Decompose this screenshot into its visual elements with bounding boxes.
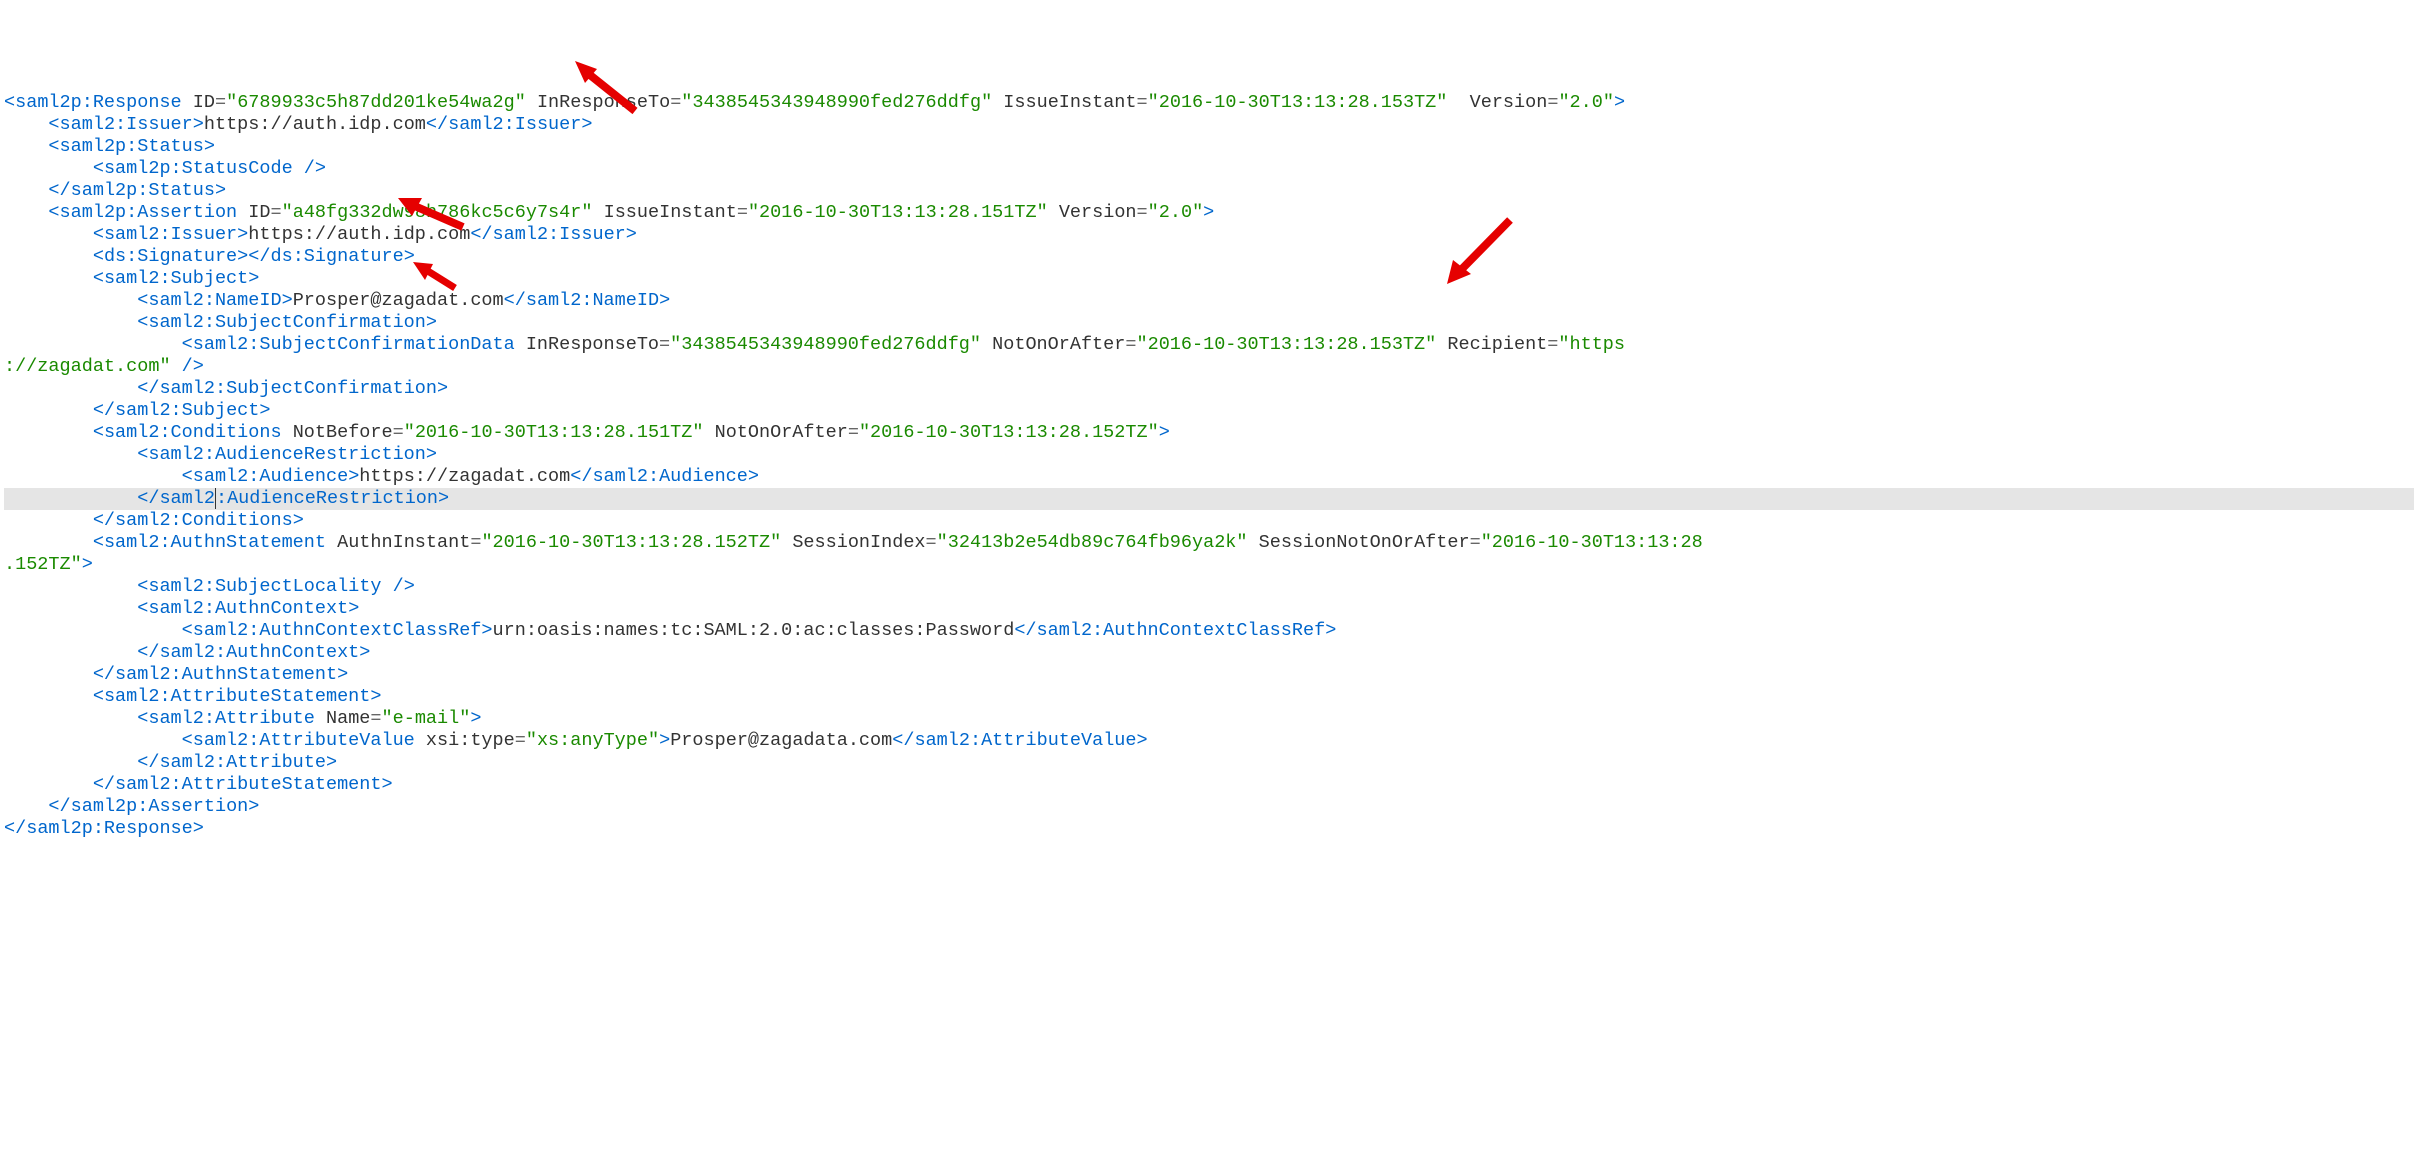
tag-issuer2-open: saml2:Issuer (104, 224, 237, 245)
assertion-issueinstant-value: 2016-10-30T13:13:28.151TZ (759, 202, 1037, 223)
tag-subjectconfirmationdata: saml2:SubjectConfirmationData (193, 334, 515, 355)
attr-sessionindex: SessionIndex (792, 532, 925, 553)
tag-assertion: saml2p:Assertion (60, 202, 238, 223)
attr-notonorafter: NotOnOrAfter (992, 334, 1125, 355)
session-notonorafter-value1: 2016-10-30T13:13:28 (1492, 532, 1703, 553)
attr-notonorafter2: NotOnOrAfter (715, 422, 848, 443)
tag-authncontextclassref-close: saml2:AuthnContextClassRef (1037, 620, 1326, 641)
tag-response-close: saml2p:Response (26, 818, 193, 839)
tag-audiencerestriction-close2: :AudienceRestriction (216, 488, 438, 509)
xml-code-block: <saml2p:Response ID="6789933c5h87dd201ke… (4, 92, 2414, 840)
attr-id: ID (193, 92, 215, 113)
attr-authninstant: AuthnInstant (337, 532, 470, 553)
attr-recipient: Recipient (1447, 334, 1547, 355)
tag-issuer-close: saml2:Issuer (448, 114, 581, 135)
tag-subjectconfirmation-open: saml2:SubjectConfirmation (148, 312, 426, 333)
issuer2-value: https://auth.idp.com (248, 224, 470, 245)
tag-issuer-open: saml2:Issuer (60, 114, 193, 135)
attr-issueinstant2: IssueInstant (604, 202, 737, 223)
tag-subjectconfirmation-close: saml2:SubjectConfirmation (159, 378, 437, 399)
assertion-version-value: 2.0 (1159, 202, 1192, 223)
tag-status-close: saml2p:Status (71, 180, 215, 201)
attr-inresponseto: InResponseTo (537, 92, 670, 113)
assertion-id-value: a48fg332dw98h786kc5c6y7s4r (293, 202, 582, 223)
tag-statuscode: saml2p:StatusCode (104, 158, 293, 179)
tag-authnstatement-close: saml2:AuthnStatement (115, 664, 337, 685)
highlighted-line: </saml2:AudienceRestriction> (4, 488, 2414, 510)
attr-issueinstant: IssueInstant (1003, 92, 1136, 113)
nameid-value: Prosper@zagadat.com (293, 290, 504, 311)
tag-authnstatement: saml2:AuthnStatement (104, 532, 326, 553)
attr-name: Name (326, 708, 370, 729)
scd-recipient-value1: https (1570, 334, 1626, 355)
tag-signature-close: ds:Signature (271, 246, 404, 267)
tag-conditions: saml2:Conditions (104, 422, 282, 443)
tag-assertion-close: saml2p:Assertion (71, 796, 249, 817)
tag-attributestatement-close: saml2:AttributeStatement (115, 774, 381, 795)
tag-audiencerestriction-close1: saml2 (159, 488, 215, 509)
tag-authncontextclassref-open: saml2:AuthnContextClassRef (193, 620, 482, 641)
tag-audiencerestriction-open: saml2:AudienceRestriction (148, 444, 426, 465)
tag-attribute-close: saml2:Attribute (159, 752, 326, 773)
tag-subjectlocality: saml2:SubjectLocality (148, 576, 381, 597)
conditions-notonorafter-value: 2016-10-30T13:13:28.152TZ (870, 422, 1148, 443)
tag-subject-open: saml2:Subject (104, 268, 248, 289)
attr-version2: Version (1059, 202, 1137, 223)
tag-authncontext-open: saml2:AuthnContext (148, 598, 348, 619)
tag-attributevalue-open: saml2:AttributeValue (193, 730, 415, 751)
session-index-value: 32413b2e54db89c764fb96ya2k (948, 532, 1237, 553)
tag-authncontext-close: saml2:AuthnContext (159, 642, 359, 663)
audience-value: https://zagadat.com (359, 466, 570, 487)
attr-version: Version (1470, 92, 1548, 113)
tag-signature-open: ds:Signature (104, 246, 237, 267)
attr-sessionnotonorafter: SessionNotOnOrAfter (1259, 532, 1470, 553)
tag-issuer2-close: saml2:Issuer (493, 224, 626, 245)
issuer1-value: https://auth.idp.com (204, 114, 426, 135)
session-notonorafter-value2: .152TZ (4, 554, 71, 575)
tag-audience-open: saml2:Audience (193, 466, 348, 487)
tag-nameid-close: saml2:NameID (526, 290, 659, 311)
tag-attributestatement-open: saml2:AttributeStatement (104, 686, 370, 707)
tag-audience-close: saml2:Audience (592, 466, 747, 487)
conditions-notbefore-value: 2016-10-30T13:13:28.151TZ (415, 422, 693, 443)
authn-instant-value: 2016-10-30T13:13:28.152TZ (493, 532, 771, 553)
response-issueinstant-value: 2016-10-30T13:13:28.153TZ (1159, 92, 1437, 113)
response-inresponseto-value: 3438545343948990fed276ddfg (692, 92, 981, 113)
response-id-value: 6789933c5h87dd201ke54wa2g (237, 92, 515, 113)
tag-subject-close: saml2:Subject (115, 400, 259, 421)
attr-id2: ID (248, 202, 270, 223)
tag-attributevalue-close: saml2:AttributeValue (914, 730, 1136, 751)
tag-status-open: saml2p:Status (60, 136, 204, 157)
scd-recipient-value2: ://zagadat.com (4, 356, 159, 377)
tag-conditions-close: saml2:Conditions (115, 510, 293, 531)
response-version-value: 2.0 (1570, 92, 1603, 113)
attributevalue-xsitype-value: xs:anyType (537, 730, 648, 751)
scd-inresponseto-value: 3438545343948990fed276ddfg (681, 334, 970, 355)
tag-response: saml2p:Response (15, 92, 182, 113)
attributevalue-value: Prosper@zagadata.com (670, 730, 892, 751)
attribute-name-value: e-mail (393, 708, 460, 729)
attr-notbefore: NotBefore (293, 422, 393, 443)
attr-xsitype: xsi:type (426, 730, 515, 751)
attr-inresponseto2: InResponseTo (526, 334, 659, 355)
tag-attribute: saml2:Attribute (148, 708, 315, 729)
authncontextclassref-value: urn:oasis:names:tc:SAML:2.0:ac:classes:P… (493, 620, 1015, 641)
scd-notonorafter-value: 2016-10-30T13:13:28.153TZ (1148, 334, 1426, 355)
tag-nameid-open: saml2:NameID (148, 290, 281, 311)
